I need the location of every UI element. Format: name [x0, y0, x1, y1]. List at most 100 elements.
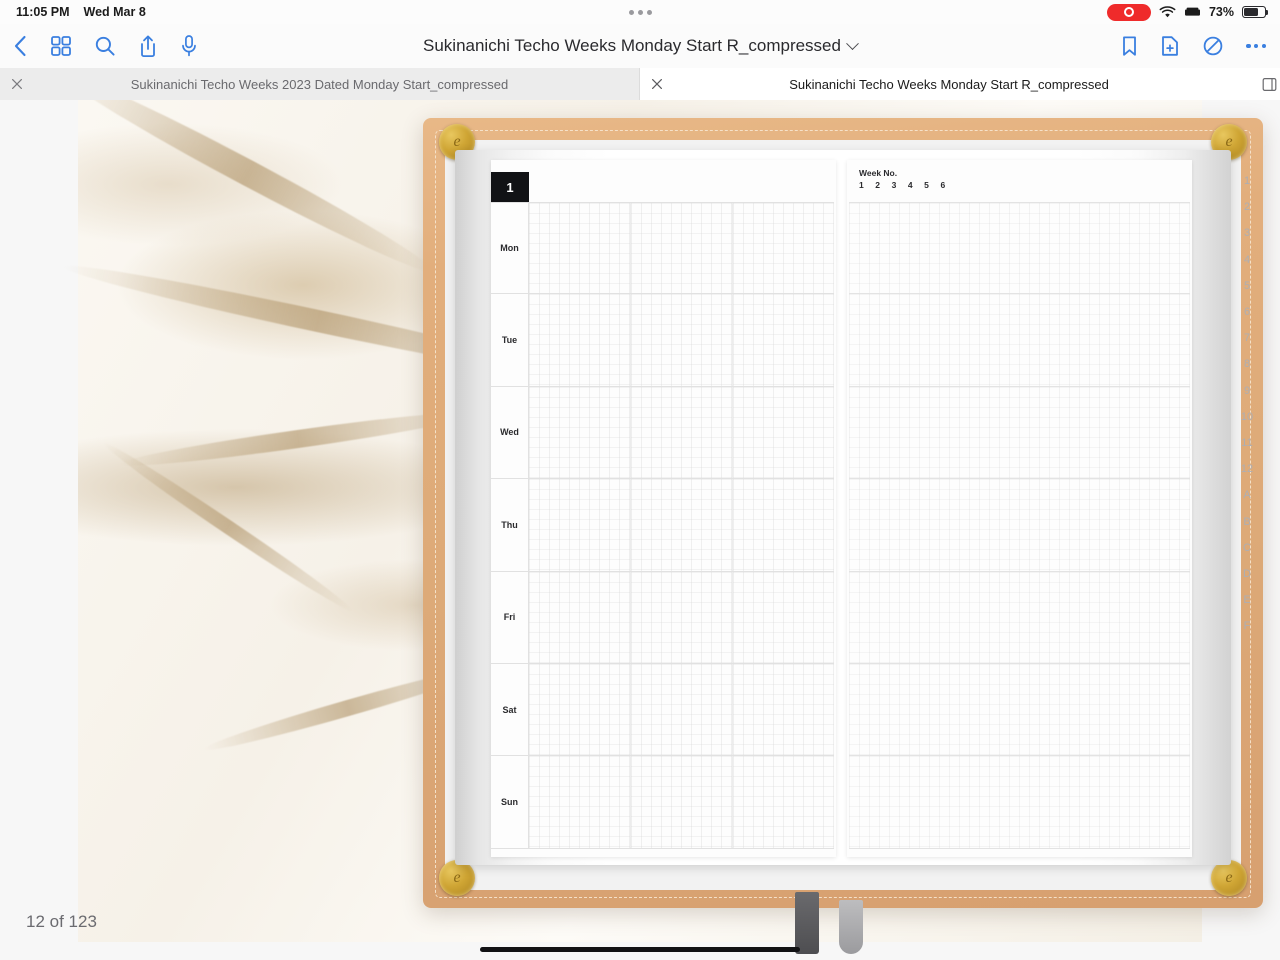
- battery-icon: [1242, 6, 1269, 18]
- index-tab[interactable]: 11: [1241, 430, 1252, 456]
- status-right-group: 73%: [1106, 0, 1269, 24]
- day-cell[interactable]: [631, 756, 733, 848]
- table-row[interactable]: Sun: [491, 756, 834, 849]
- close-icon[interactable]: [10, 77, 24, 91]
- day-cell[interactable]: [529, 756, 631, 848]
- week-number-scale: 1 2 3 4 5 6: [859, 180, 950, 190]
- add-page-button[interactable]: [1160, 35, 1180, 57]
- day-cell[interactable]: [529, 479, 631, 571]
- table-row[interactable]: Thu: [491, 479, 834, 572]
- notes-row[interactable]: [849, 202, 1190, 295]
- document-canvas[interactable]: e e e e 1 Mon Tue Wed Thu Fri Sat Sun We…: [0, 100, 1280, 960]
- week-number-badge: 1: [491, 172, 529, 202]
- home-indicator[interactable]: [480, 947, 800, 952]
- index-tab[interactable]: B: [1243, 508, 1250, 534]
- wifi-icon: [1159, 5, 1176, 17]
- right-page[interactable]: Week No. 1 2 3 4 5 6 1 2 3 4 5 6 7 8 9 1…: [847, 160, 1253, 857]
- table-row[interactable]: Fri: [491, 571, 834, 664]
- index-tab[interactable]: 5: [1244, 273, 1250, 299]
- day-label: Fri: [491, 571, 529, 663]
- day-cell[interactable]: [631, 203, 733, 294]
- day-label: Sat: [491, 663, 529, 756]
- battery-percent: 73%: [1208, 5, 1234, 19]
- day-cell[interactable]: [733, 386, 834, 479]
- notes-row[interactable]: [849, 386, 1190, 480]
- notes-row[interactable]: [849, 479, 1190, 572]
- day-cell[interactable]: [733, 294, 834, 386]
- index-tab[interactable]: 9: [1244, 378, 1250, 404]
- corner-medallion-icon: e: [1211, 860, 1247, 896]
- day-label: Wed: [491, 386, 529, 479]
- notes-row[interactable]: [849, 663, 1190, 757]
- index-tab[interactable]: 1: [1244, 168, 1250, 194]
- tab-bar: Sukinanichi Techo Weeks 2023 Dated Monda…: [0, 68, 1280, 100]
- planner-spread[interactable]: e e e e 1 Mon Tue Wed Thu Fri Sat Sun We…: [423, 118, 1263, 954]
- day-cell[interactable]: [529, 663, 631, 756]
- bookmark-button[interactable]: [1121, 35, 1138, 57]
- day-cell[interactable]: [529, 203, 631, 294]
- tab-label: Sukinanichi Techo Weeks Monday Start R_c…: [789, 76, 1109, 92]
- index-tab-strip: 1 2 3 4 5 6 7 8 9 10 11 12 A B C D E F: [1234, 168, 1260, 639]
- day-cell[interactable]: [631, 479, 733, 571]
- day-cell[interactable]: [733, 663, 834, 756]
- notes-grid: [849, 202, 1190, 849]
- index-tab[interactable]: 12: [1241, 456, 1253, 482]
- markup-button[interactable]: [1202, 35, 1224, 57]
- planner-cover: e e e e 1 Mon Tue Wed Thu Fri Sat Sun We…: [423, 118, 1263, 954]
- day-cell[interactable]: [631, 663, 733, 756]
- bookmark-ribbon-light[interactable]: [839, 900, 863, 954]
- day-cell[interactable]: [631, 294, 733, 386]
- notes-row[interactable]: [849, 294, 1190, 387]
- day-cell[interactable]: [733, 756, 834, 848]
- index-tab[interactable]: D: [1243, 561, 1251, 587]
- index-tab[interactable]: 10: [1241, 404, 1253, 430]
- index-tab[interactable]: 8: [1244, 351, 1250, 377]
- chevron-down-icon[interactable]: [846, 36, 859, 50]
- table-row[interactable]: Tue: [491, 294, 834, 387]
- day-label: Mon: [491, 203, 529, 294]
- more-button[interactable]: [1246, 43, 1266, 49]
- index-tab[interactable]: A: [1243, 482, 1250, 508]
- corner-medallion-icon: e: [439, 860, 475, 896]
- index-tab[interactable]: 6: [1244, 299, 1250, 325]
- table-row[interactable]: Sat: [491, 663, 834, 757]
- left-page[interactable]: 1 Mon Tue Wed Thu Fri Sat Sun: [491, 160, 836, 857]
- day-label: Sun: [491, 756, 529, 848]
- page-stack: 1 Mon Tue Wed Thu Fri Sat Sun Week No. 1…: [455, 150, 1253, 865]
- week-no-label: Week No.: [859, 168, 898, 178]
- day-grid: Mon Tue Wed Thu Fri Sat Sun: [491, 202, 834, 849]
- index-tab[interactable]: E: [1243, 587, 1250, 613]
- day-cell[interactable]: [529, 386, 631, 479]
- index-tab[interactable]: C: [1243, 535, 1251, 561]
- index-tab[interactable]: 2: [1244, 194, 1250, 220]
- close-icon[interactable]: [650, 77, 664, 91]
- bookmark-ribbon-dark[interactable]: [795, 892, 819, 954]
- notes-row[interactable]: [849, 756, 1190, 849]
- day-cell[interactable]: [733, 479, 834, 571]
- day-cell[interactable]: [631, 386, 733, 479]
- app-toolbar: Sukinanichi Techo Weeks Monday Start R_c…: [0, 24, 1280, 68]
- circle-slash-icon: [1204, 36, 1223, 56]
- day-cell[interactable]: [631, 571, 733, 663]
- multitask-handle-icon[interactable]: [0, 9, 1280, 15]
- record-pill-icon[interactable]: [1106, 3, 1151, 21]
- toolbar-right-group: [1121, 35, 1266, 57]
- index-tab[interactable]: 7: [1244, 325, 1250, 351]
- day-cell[interactable]: [529, 571, 631, 663]
- notes-row[interactable]: [849, 571, 1190, 664]
- status-bar: 11:05 PM Wed Mar 8 73%: [0, 0, 1280, 24]
- tab-document-1[interactable]: Sukinanichi Techo Weeks 2023 Dated Monda…: [0, 68, 640, 100]
- day-cell[interactable]: [733, 203, 834, 294]
- table-row[interactable]: Mon: [491, 202, 834, 295]
- index-tab[interactable]: F: [1244, 613, 1251, 639]
- day-cell[interactable]: [529, 294, 631, 386]
- document-title-text: Sukinanichi Techo Weeks Monday Start R_c…: [423, 36, 841, 55]
- keyboard-icon: [1184, 7, 1200, 16]
- page-title[interactable]: Sukinanichi Techo Weeks Monday Start R_c…: [0, 36, 1280, 56]
- index-tab[interactable]: 4: [1244, 247, 1250, 273]
- table-row[interactable]: Wed: [491, 386, 834, 480]
- split-view-icon[interactable]: [1258, 68, 1280, 100]
- index-tab[interactable]: 3: [1244, 220, 1250, 246]
- day-cell[interactable]: [733, 571, 834, 663]
- tab-document-2[interactable]: Sukinanichi Techo Weeks Monday Start R_c…: [640, 68, 1258, 100]
